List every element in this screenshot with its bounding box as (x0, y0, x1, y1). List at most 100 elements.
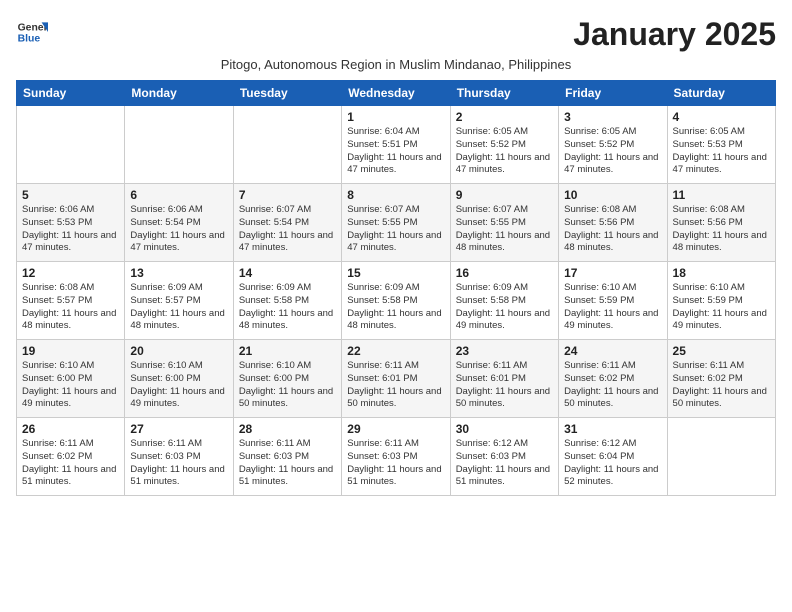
cell-text: Sunrise: 6:12 AM Sunset: 6:04 PM Dayligh… (564, 438, 661, 489)
cell-text: Sunrise: 6:09 AM Sunset: 5:58 PM Dayligh… (239, 282, 336, 333)
cell-text: Sunrise: 6:05 AM Sunset: 5:52 PM Dayligh… (564, 126, 661, 177)
day-number: 15 (347, 266, 444, 280)
day-number: 17 (564, 266, 661, 280)
day-number: 25 (673, 344, 770, 358)
page-header: General Blue January 2025 (16, 16, 776, 53)
day-number: 8 (347, 188, 444, 202)
calendar-cell: 9 Sunrise: 6:07 AM Sunset: 5:55 PM Daylig… (450, 184, 558, 262)
cell-text: Sunrise: 6:09 AM Sunset: 5:58 PM Dayligh… (347, 282, 444, 333)
calendar-cell: 17 Sunrise: 6:10 AM Sunset: 5:59 PM Dayli… (559, 262, 667, 340)
day-header-wednesday: Wednesday (342, 81, 450, 106)
calendar-cell: 19 Sunrise: 6:10 AM Sunset: 6:00 PM Dayli… (17, 340, 125, 418)
cell-text: Sunrise: 6:07 AM Sunset: 5:54 PM Dayligh… (239, 204, 336, 255)
calendar-cell: 11Sunrise: 6:08 AM Sunset: 5:56 PM Dayli… (667, 184, 775, 262)
calendar-cell: 22Sunrise: 6:11 AM Sunset: 6:01 PM Dayli… (342, 340, 450, 418)
calendar-cell: 29 Sunrise: 6:11 AM Sunset: 6:03 PM Dayli… (342, 418, 450, 496)
day-number: 7 (239, 188, 336, 202)
logo-icon: General Blue (16, 16, 48, 48)
calendar-cell (17, 106, 125, 184)
calendar-cell: 18 Sunrise: 6:10 AM Sunset: 5:59 PM Dayli… (667, 262, 775, 340)
cell-text: Sunrise: 6:10 AM Sunset: 6:00 PM Dayligh… (239, 360, 336, 411)
day-number: 9 (456, 188, 553, 202)
logo: General Blue (16, 16, 48, 48)
cell-text: Sunrise: 6:04 AM Sunset: 5:51 PM Dayligh… (347, 126, 444, 177)
day-number: 1 (347, 110, 444, 124)
day-number: 31 (564, 422, 661, 436)
calendar-cell (233, 106, 341, 184)
cell-text: Sunrise: 6:06 AM Sunset: 5:53 PM Dayligh… (22, 204, 119, 255)
week-row-2: 5 Sunrise: 6:06 AM Sunset: 5:53 PM Daylig… (17, 184, 776, 262)
calendar-table: SundayMondayTuesdayWednesdayThursdayFrid… (16, 80, 776, 496)
title-block: January 2025 (573, 16, 776, 53)
day-header-thursday: Thursday (450, 81, 558, 106)
cell-text: Sunrise: 6:11 AM Sunset: 6:03 PM Dayligh… (239, 438, 336, 489)
calendar-cell: 2 Sunrise: 6:05 AM Sunset: 5:52 PM Daylig… (450, 106, 558, 184)
cell-text: Sunrise: 6:09 AM Sunset: 5:58 PM Dayligh… (456, 282, 553, 333)
calendar-cell: 7 Sunrise: 6:07 AM Sunset: 5:54 PM Daylig… (233, 184, 341, 262)
day-header-saturday: Saturday (667, 81, 775, 106)
day-number: 18 (673, 266, 770, 280)
day-number: 4 (673, 110, 770, 124)
calendar-cell: 16 Sunrise: 6:09 AM Sunset: 5:58 PM Dayli… (450, 262, 558, 340)
cell-text: Sunrise: 6:11 AM Sunset: 6:01 PM Dayligh… (456, 360, 553, 411)
cell-text: Sunrise: 6:10 AM Sunset: 6:00 PM Dayligh… (130, 360, 227, 411)
day-number: 26 (22, 422, 119, 436)
day-number: 5 (22, 188, 119, 202)
cell-text: Sunrise: 6:06 AM Sunset: 5:54 PM Dayligh… (130, 204, 227, 255)
calendar-cell: 21 Sunrise: 6:10 AM Sunset: 6:00 PM Dayli… (233, 340, 341, 418)
calendar-cell: 25Sunrise: 6:11 AM Sunset: 6:02 PM Dayli… (667, 340, 775, 418)
calendar-cell: 10Sunrise: 6:08 AM Sunset: 5:56 PM Dayli… (559, 184, 667, 262)
day-number: 19 (22, 344, 119, 358)
cell-text: Sunrise: 6:07 AM Sunset: 5:55 PM Dayligh… (456, 204, 553, 255)
day-number: 16 (456, 266, 553, 280)
cell-text: Sunrise: 6:10 AM Sunset: 5:59 PM Dayligh… (673, 282, 770, 333)
day-number: 6 (130, 188, 227, 202)
cell-text: Sunrise: 6:11 AM Sunset: 6:02 PM Dayligh… (564, 360, 661, 411)
day-number: 10 (564, 188, 661, 202)
cell-text: Sunrise: 6:10 AM Sunset: 5:59 PM Dayligh… (564, 282, 661, 333)
calendar-cell (667, 418, 775, 496)
cell-text: Sunrise: 6:10 AM Sunset: 6:00 PM Dayligh… (22, 360, 119, 411)
calendar-cell: 6 Sunrise: 6:06 AM Sunset: 5:54 PM Daylig… (125, 184, 233, 262)
day-number: 27 (130, 422, 227, 436)
calendar-cell: 20 Sunrise: 6:10 AM Sunset: 6:00 PM Dayli… (125, 340, 233, 418)
cell-text: Sunrise: 6:11 AM Sunset: 6:02 PM Dayligh… (22, 438, 119, 489)
calendar-cell: 8 Sunrise: 6:07 AM Sunset: 5:55 PM Daylig… (342, 184, 450, 262)
day-number: 21 (239, 344, 336, 358)
calendar-cell: 5 Sunrise: 6:06 AM Sunset: 5:53 PM Daylig… (17, 184, 125, 262)
month-title: January 2025 (573, 16, 776, 53)
day-number: 13 (130, 266, 227, 280)
week-row-3: 12 Sunrise: 6:08 AM Sunset: 5:57 PM Dayli… (17, 262, 776, 340)
cell-text: Sunrise: 6:11 AM Sunset: 6:03 PM Dayligh… (347, 438, 444, 489)
day-number: 22 (347, 344, 444, 358)
day-number: 11 (673, 188, 770, 202)
subtitle: Pitogo, Autonomous Region in Muslim Mind… (16, 57, 776, 72)
cell-text: Sunrise: 6:05 AM Sunset: 5:52 PM Dayligh… (456, 126, 553, 177)
day-number: 12 (22, 266, 119, 280)
cell-text: Sunrise: 6:07 AM Sunset: 5:55 PM Dayligh… (347, 204, 444, 255)
week-row-1: 1 Sunrise: 6:04 AM Sunset: 5:51 PM Daylig… (17, 106, 776, 184)
day-number: 30 (456, 422, 553, 436)
week-row-4: 19 Sunrise: 6:10 AM Sunset: 6:00 PM Dayli… (17, 340, 776, 418)
days-header-row: SundayMondayTuesdayWednesdayThursdayFrid… (17, 81, 776, 106)
calendar-cell: 31 Sunrise: 6:12 AM Sunset: 6:04 PM Dayli… (559, 418, 667, 496)
calendar-cell: 30 Sunrise: 6:12 AM Sunset: 6:03 PM Dayli… (450, 418, 558, 496)
day-number: 3 (564, 110, 661, 124)
calendar-cell: 26 Sunrise: 6:11 AM Sunset: 6:02 PM Dayli… (17, 418, 125, 496)
calendar-cell: 14 Sunrise: 6:09 AM Sunset: 5:58 PM Dayli… (233, 262, 341, 340)
day-number: 14 (239, 266, 336, 280)
day-number: 24 (564, 344, 661, 358)
week-row-5: 26 Sunrise: 6:11 AM Sunset: 6:02 PM Dayli… (17, 418, 776, 496)
day-number: 20 (130, 344, 227, 358)
calendar-cell (125, 106, 233, 184)
day-header-friday: Friday (559, 81, 667, 106)
day-number: 29 (347, 422, 444, 436)
calendar-cell: 12 Sunrise: 6:08 AM Sunset: 5:57 PM Dayli… (17, 262, 125, 340)
calendar-cell: 13Sunrise: 6:09 AM Sunset: 5:57 PM Dayli… (125, 262, 233, 340)
cell-text: Sunrise: 6:12 AM Sunset: 6:03 PM Dayligh… (456, 438, 553, 489)
cell-text: Sunrise: 6:05 AM Sunset: 5:53 PM Dayligh… (673, 126, 770, 177)
day-header-sunday: Sunday (17, 81, 125, 106)
calendar-cell: 27Sunrise: 6:11 AM Sunset: 6:03 PM Dayli… (125, 418, 233, 496)
day-number: 2 (456, 110, 553, 124)
cell-text: Sunrise: 6:08 AM Sunset: 5:57 PM Dayligh… (22, 282, 119, 333)
